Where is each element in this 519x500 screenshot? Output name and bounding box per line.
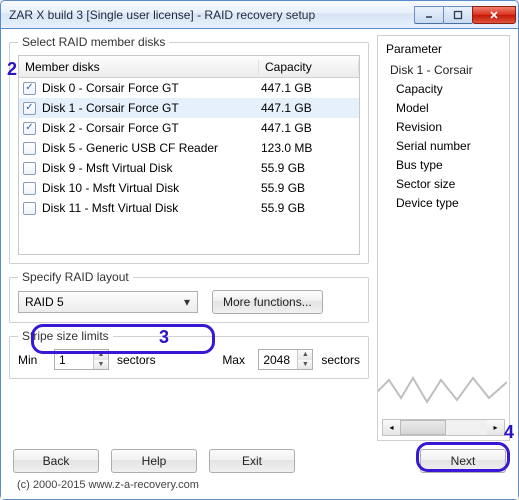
scroll-right-icon[interactable]: ▸	[487, 420, 504, 435]
chevron-down-icon: ▾	[179, 294, 195, 310]
spin-down-icon[interactable]: ▼	[298, 360, 312, 370]
parameter-item[interactable]: Sector size	[396, 174, 501, 193]
parameter-item[interactable]: Bus type	[396, 155, 501, 174]
stripe-max-label: Max	[222, 353, 250, 367]
disk-row[interactable]: Disk 9 - Msft Virtual Disk55.9 GB	[19, 158, 359, 178]
parameter-item[interactable]: Serial number	[396, 136, 501, 155]
parameter-group[interactable]: Disk 1 - Corsair	[390, 60, 501, 79]
spin-up-icon[interactable]: ▲	[94, 350, 108, 360]
raid-layout-value: RAID 5	[25, 295, 64, 309]
app-window: ZAR X build 3 [Single user license] - RA…	[0, 0, 519, 500]
raid-layout-group: Specify RAID layout RAID 5 ▾ More functi…	[9, 270, 369, 323]
stripe-limits-group: Stripe size limits Min ▲▼ sectors Max ▲▼	[9, 329, 369, 379]
col-capacity[interactable]: Capacity	[259, 60, 359, 74]
copyright-text: (c) 2000-2015 www.z-a-recovery.com	[9, 475, 510, 495]
col-member-disks[interactable]: Member disks	[19, 60, 259, 74]
titlebar[interactable]: ZAR X build 3 [Single user license] - RA…	[1, 1, 518, 29]
stripe-min-stepper[interactable]: ▲▼	[54, 349, 109, 370]
disk-checkbox[interactable]	[23, 122, 36, 135]
disk-row[interactable]: Disk 0 - Corsair Force GT447.1 GB	[19, 78, 359, 98]
disk-name: Disk 11 - Msft Virtual Disk	[42, 201, 255, 215]
next-button[interactable]: Next	[420, 449, 506, 473]
disk-capacity: 55.9 GB	[255, 161, 355, 175]
stripe-limits-legend: Stripe size limits	[18, 329, 113, 343]
disk-checkbox[interactable]	[23, 142, 36, 155]
select-disks-group: Select RAID member disks Member disks Ca…	[9, 35, 369, 264]
stripe-max-unit: sectors	[321, 353, 360, 367]
minimize-button[interactable]	[414, 6, 444, 24]
parameter-item[interactable]: Revision	[396, 117, 501, 136]
parameter-item[interactable]: Capacity	[396, 79, 501, 98]
disk-name: Disk 9 - Msft Virtual Disk	[42, 161, 255, 175]
stripe-max-stepper[interactable]: ▲▼	[258, 349, 313, 370]
window-title: ZAR X build 3 [Single user license] - RA…	[9, 8, 415, 22]
disk-checkbox[interactable]	[23, 162, 36, 175]
exit-button[interactable]: Exit	[209, 449, 295, 473]
disk-list-header[interactable]: Member disks Capacity	[19, 56, 359, 78]
disk-row[interactable]: Disk 1 - Corsair Force GT447.1 GB	[19, 98, 359, 118]
stripe-min-label: Min	[18, 353, 46, 367]
disk-row[interactable]: Disk 10 - Msft Virtual Disk55.9 GB	[19, 178, 359, 198]
stripe-min-input[interactable]	[55, 350, 93, 369]
close-button[interactable]	[472, 6, 516, 24]
disk-checkbox[interactable]	[23, 182, 36, 195]
help-button[interactable]: Help	[111, 449, 197, 473]
stripe-max-input[interactable]	[259, 350, 297, 369]
disk-capacity: 55.9 GB	[255, 201, 355, 215]
spin-up-icon[interactable]: ▲	[298, 350, 312, 360]
disk-row[interactable]: Disk 5 - Generic USB CF Reader123.0 MB	[19, 138, 359, 158]
disk-capacity: 447.1 GB	[255, 101, 355, 115]
disk-name: Disk 0 - Corsair Force GT	[42, 81, 255, 95]
maximize-button[interactable]	[443, 6, 473, 24]
torn-edge-decoration	[377, 372, 507, 412]
parameter-item[interactable]: Model	[396, 98, 501, 117]
disk-checkbox[interactable]	[23, 102, 36, 115]
more-functions-button[interactable]: More functions...	[212, 290, 323, 314]
parameter-hscroll[interactable]: ◂ ▸	[382, 419, 505, 436]
spin-down-icon[interactable]: ▼	[94, 360, 108, 370]
button-row: Back Help Exit Next	[9, 441, 510, 475]
disk-name: Disk 1 - Corsair Force GT	[42, 101, 255, 115]
raid-layout-select[interactable]: RAID 5 ▾	[18, 291, 198, 313]
disk-name: Disk 2 - Corsair Force GT	[42, 121, 255, 135]
disk-row[interactable]: Disk 11 - Msft Virtual Disk55.9 GB	[19, 198, 359, 218]
scroll-left-icon[interactable]: ◂	[383, 420, 400, 435]
parameter-item[interactable]: Device type	[396, 193, 501, 212]
parameter-panel: Parameter Disk 1 - CorsairCapacityModelR…	[377, 35, 510, 441]
disk-capacity: 55.9 GB	[255, 181, 355, 195]
disk-checkbox[interactable]	[23, 202, 36, 215]
parameter-header: Parameter	[386, 42, 501, 56]
disk-capacity: 447.1 GB	[255, 81, 355, 95]
select-disks-legend: Select RAID member disks	[18, 35, 169, 49]
stripe-min-unit: sectors	[117, 353, 156, 367]
disk-list[interactable]: Member disks Capacity Disk 0 - Corsair F…	[18, 55, 360, 255]
scroll-thumb[interactable]	[400, 420, 446, 435]
raid-layout-legend: Specify RAID layout	[18, 270, 133, 284]
disk-name: Disk 10 - Msft Virtual Disk	[42, 181, 255, 195]
disk-row[interactable]: Disk 2 - Corsair Force GT447.1 GB	[19, 118, 359, 138]
disk-capacity: 123.0 MB	[255, 141, 355, 155]
disk-name: Disk 5 - Generic USB CF Reader	[42, 141, 255, 155]
disk-checkbox[interactable]	[23, 82, 36, 95]
disk-capacity: 447.1 GB	[255, 121, 355, 135]
back-button[interactable]: Back	[13, 449, 99, 473]
